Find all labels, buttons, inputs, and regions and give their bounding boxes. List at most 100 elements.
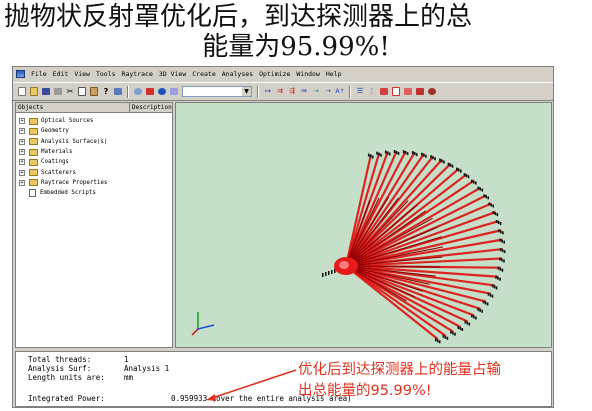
open-folder-icon[interactable] (29, 87, 39, 97)
expand-icon[interactable]: + (19, 118, 25, 125)
integrated-power-label: Integrated Power: (28, 394, 105, 403)
ray-endpoint-mark (482, 300, 485, 304)
tree-item-label: Raytrace Properties (41, 179, 108, 186)
tree-item-analysis-surfaces[interactable]: + Analysis Surface(s) (16, 137, 172, 147)
folder-icon (29, 179, 38, 187)
list-icon[interactable]: ☰ (355, 87, 365, 97)
menu-3d-view[interactable]: 3D View (156, 70, 189, 78)
copy-icon[interactable] (77, 87, 87, 97)
paste-icon[interactable] (89, 87, 99, 97)
analysis-surf-value: Analysis 1 (124, 364, 170, 373)
ray-endpoint-mark (495, 220, 498, 223)
menu-view[interactable]: View (71, 70, 93, 78)
menu-file[interactable]: File (28, 70, 50, 78)
analysis-icon[interactable] (379, 87, 389, 97)
ray-endpoint-mark (483, 194, 485, 198)
ray-endpoint-mark (404, 151, 407, 155)
trace-options-icon[interactable]: ⇶ (287, 87, 297, 97)
menu-edit[interactable]: Edit (50, 70, 72, 78)
menu-help[interactable]: Help (323, 70, 345, 78)
view-dropdown[interactable]: ▼ (182, 86, 252, 97)
ray-endpoint-mark (421, 152, 423, 156)
expand-icon[interactable]: + (19, 128, 25, 135)
trace-settings-icon[interactable]: ⇛ (299, 87, 309, 97)
ray-endpoint-mark (503, 250, 506, 254)
tree-column-objects[interactable]: Objects (16, 103, 130, 112)
ray-endpoint-mark (461, 328, 464, 331)
ray-endpoint-mark (477, 186, 480, 190)
ray-endpoint-mark (406, 152, 409, 156)
menu-window[interactable]: Window (293, 70, 322, 78)
trace-forward-icon[interactable]: → (311, 87, 321, 97)
ray-endpoint-mark (444, 335, 447, 339)
ray-endpoint-mark (471, 314, 473, 318)
tree-item-optical-sources[interactable]: + Optical Sources (16, 116, 172, 126)
chart-icon[interactable]: ⋮ (367, 87, 377, 97)
ray-endpoint-mark (501, 268, 504, 272)
save-icon[interactable] (41, 87, 51, 97)
new-file-icon[interactable] (17, 87, 27, 97)
zoom-icon[interactable] (133, 87, 143, 97)
menu-create[interactable]: Create (189, 70, 218, 78)
ray-endpoint-mark (376, 151, 378, 155)
ray-endpoint-mark (477, 307, 479, 311)
tree-item-raytrace-properties[interactable]: + Raytrace Properties (16, 178, 172, 188)
expand-icon[interactable]: + (19, 149, 25, 156)
ray-endpoint-mark (460, 169, 462, 173)
ray-endpoint-mark (439, 158, 441, 162)
print-icon[interactable] (53, 87, 63, 97)
ray-endpoint-mark (388, 152, 391, 156)
expand-icon[interactable]: + (19, 138, 25, 145)
ray-endpoint-mark (496, 213, 499, 217)
analysis-surf-label: Analysis Surf: (28, 364, 92, 373)
menu-optimize[interactable]: Optimize (256, 70, 293, 78)
ray-endpoint-mark (493, 285, 496, 289)
report-icon[interactable] (403, 87, 413, 97)
tree-item-coatings[interactable]: + Coatings (16, 157, 172, 167)
ray-endpoint-mark (479, 187, 482, 191)
tree-item-materials[interactable]: + Materials (16, 147, 172, 157)
tree-column-description[interactable]: Description (130, 103, 172, 112)
raytrace-icon[interactable] (145, 87, 155, 97)
folder-icon (29, 169, 38, 177)
tree-item-geometry[interactable]: + Geometry (16, 126, 172, 136)
help-icon[interactable]: ? (101, 87, 111, 97)
trace-arrow-icon[interactable]: ↦ (263, 87, 273, 97)
slide-title-line2: 能量为95.99%! (202, 32, 390, 62)
ray-endpoint-mark (481, 309, 483, 313)
cut-icon[interactable]: ✂ (65, 87, 75, 97)
menu-analyses[interactable]: Analyses (219, 70, 256, 78)
ray-endpoint-mark (423, 153, 425, 157)
ray-endpoint-mark (380, 153, 382, 157)
ray-endpoint-mark (425, 154, 427, 158)
output-row-length-units: Length units are: mm (28, 373, 133, 382)
ray-endpoint-mark (497, 221, 500, 224)
trace-step-icon[interactable]: ➝ (323, 87, 333, 97)
display-icon[interactable] (415, 87, 425, 97)
tree-header: Objects Description (16, 103, 172, 113)
tree-item-embedded-scripts[interactable]: Embedded Scripts (16, 188, 172, 198)
detector-icon[interactable] (391, 87, 401, 97)
ray-endpoint-mark (467, 175, 470, 179)
ray-endpoint-mark (475, 316, 477, 320)
app-icon[interactable] (16, 70, 25, 78)
text-annotation-icon[interactable]: A↑ (335, 87, 345, 97)
menu-tools[interactable]: Tools (93, 70, 119, 78)
chevron-down-icon[interactable]: ▼ (242, 87, 251, 96)
grid-icon[interactable] (169, 87, 179, 97)
menu-raytrace[interactable]: Raytrace (119, 70, 156, 78)
globe-icon[interactable] (157, 87, 167, 97)
3d-viewport[interactable] (175, 102, 552, 348)
settings-icon[interactable] (427, 87, 437, 97)
ray-endpoint-mark (432, 156, 434, 160)
tree-item-scatterers[interactable]: + Scatterers (16, 167, 172, 177)
trace-rays-icon[interactable]: ⇉ (275, 87, 285, 97)
ray-endpoint-mark (371, 155, 374, 159)
toolbar-separator (257, 85, 259, 98)
expand-icon[interactable]: + (19, 159, 25, 166)
expand-icon[interactable]: + (19, 169, 25, 176)
expand-icon[interactable]: + (19, 179, 25, 186)
ray-endpoint-mark (487, 196, 489, 200)
context-help-icon[interactable] (113, 87, 123, 97)
tree-item-label: Geometry (41, 128, 69, 135)
